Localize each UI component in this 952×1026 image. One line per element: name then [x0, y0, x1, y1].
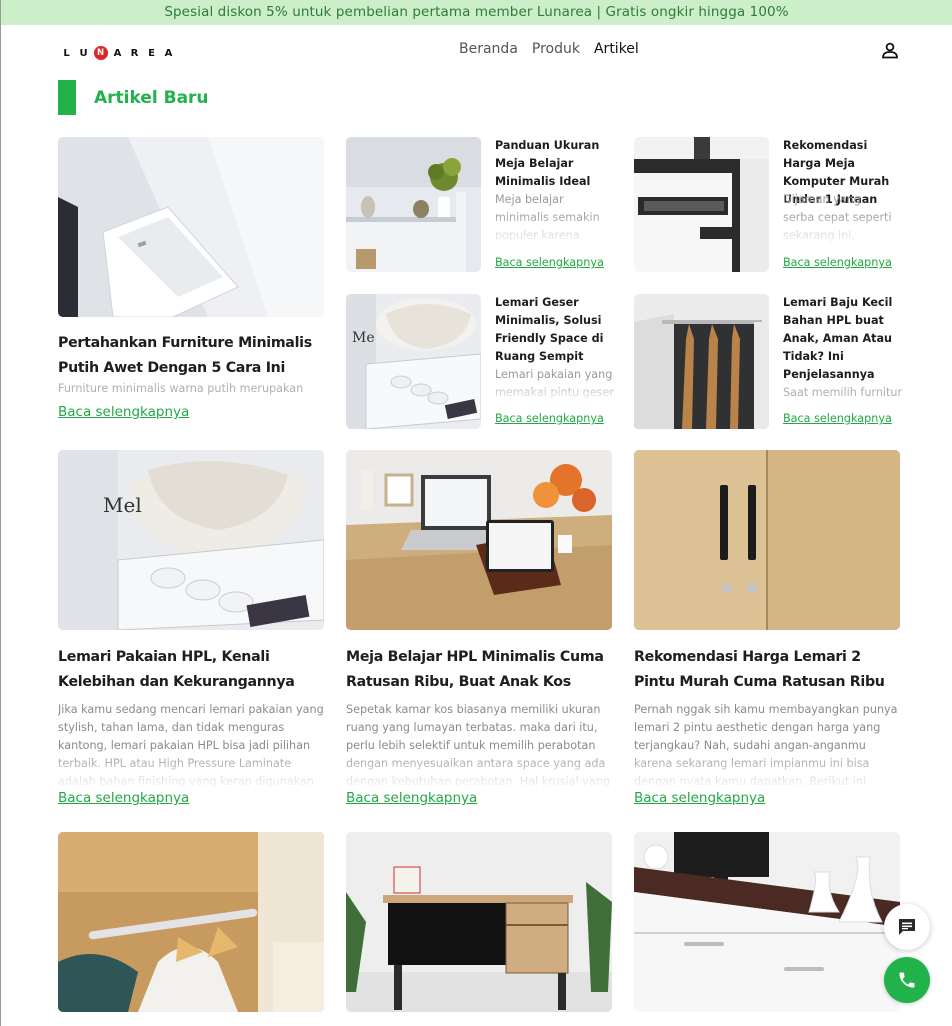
grid-article-excerpt: Jika kamu sedang mencari lemari pakaian … [58, 703, 324, 788]
grid-read-more-link[interactable]: Baca selengkapnya [58, 790, 189, 806]
site-header: L U N A R E A Beranda Produk Artikel [1, 25, 952, 77]
grid-article-image[interactable] [58, 832, 324, 1012]
grid-article-excerpt: Pernah nggak sih kamu membayangkan punya… [634, 703, 898, 788]
small-article-image[interactable] [634, 137, 769, 272]
promo-banner: Spesial diskon 5% untuk pembelian pertam… [1, 0, 952, 25]
nav-beranda[interactable]: Beranda [459, 41, 518, 57]
small-article-excerpt: Lemari pakaian yang memakai pintu geser [495, 368, 614, 399]
grid-article-image[interactable] [634, 832, 900, 1012]
lunarea-logo[interactable]: L U N A R E A [58, 46, 177, 60]
call-button[interactable] [884, 957, 930, 1003]
small-read-more-link[interactable]: Baca selengkapnya [783, 256, 892, 269]
small-article-title[interactable]: Panduan Ukuran Meja Belajar Minimalis Id… [495, 137, 615, 191]
logo-letter: R [130, 47, 139, 59]
featured-read-more-link[interactable]: Baca selengkapnya [58, 404, 189, 420]
user-icon[interactable] [881, 41, 899, 59]
chat-icon [899, 919, 915, 935]
grid-article-title[interactable]: Lemari Pakaian HPL, Kenali Kelebihan dan… [58, 645, 324, 695]
svg-text:Mel: Mel [103, 493, 142, 517]
logo-letter: A [164, 47, 173, 59]
nav-produk[interactable]: Produk [532, 41, 580, 57]
small-article-image[interactable]: Me [346, 294, 481, 429]
small-article-title[interactable]: Lemari Geser Minimalis, Solusi Friendly … [495, 294, 615, 366]
grid-article-image[interactable] [346, 832, 612, 1012]
section-accent-bar [58, 80, 76, 115]
grid-article-excerpt: Sepetak kamar kos biasanya memiliki ukur… [346, 703, 610, 788]
small-read-more-link[interactable]: Baca selengkapnya [495, 412, 604, 425]
featured-article-excerpt: Furniture minimalis warna putih merupaka… [58, 382, 304, 395]
logo-letter: E [148, 47, 155, 59]
small-article-title[interactable]: Lemari Baju Kecil Bahan HPL buat Anak, A… [783, 294, 903, 384]
section-title: Artikel Baru [94, 87, 209, 108]
svg-text:Me: Me [352, 330, 375, 346]
grid-article-title[interactable]: Meja Belajar HPL Minimalis Cuma Ratusan … [346, 645, 612, 695]
logo-letter: N [93, 46, 108, 60]
featured-article-image[interactable] [58, 137, 324, 317]
chat-button[interactable] [884, 904, 930, 950]
small-article-image[interactable] [634, 294, 769, 429]
grid-read-more-link[interactable]: Baca selengkapnya [634, 790, 765, 806]
nav-artikel[interactable]: Artikel [594, 41, 639, 57]
grid-article-image[interactable]: Mel [58, 450, 324, 630]
small-article-image[interactable] [346, 137, 481, 272]
main-nav: Beranda Produk Artikel [459, 41, 639, 57]
grid-article-image[interactable] [346, 450, 612, 630]
small-read-more-link[interactable]: Baca selengkapnya [783, 412, 892, 425]
grid-read-more-link[interactable]: Baca selengkapnya [346, 790, 477, 806]
logo-letter: A [113, 47, 122, 59]
small-article-excerpt: Meja belajar minimalis semakin populer k… [495, 193, 600, 242]
grid-article-image[interactable] [634, 450, 900, 630]
small-article-excerpt: Saat memilih furnitur [783, 386, 903, 399]
logo-letter: U [79, 47, 88, 59]
phone-icon [899, 972, 915, 988]
logo-letter: L [63, 47, 70, 59]
small-read-more-link[interactable]: Baca selengkapnya [495, 256, 604, 269]
grid-article-title[interactable]: Rekomendasi Harga Lemari 2 Pintu Murah C… [634, 645, 900, 695]
featured-article-title[interactable]: Pertahankan Furniture Minimalis Putih Aw… [58, 331, 324, 381]
section-heading: Artikel Baru [58, 80, 209, 115]
small-article-excerpt: Dijaman yang serba cepat seperti sekaran… [783, 193, 892, 242]
